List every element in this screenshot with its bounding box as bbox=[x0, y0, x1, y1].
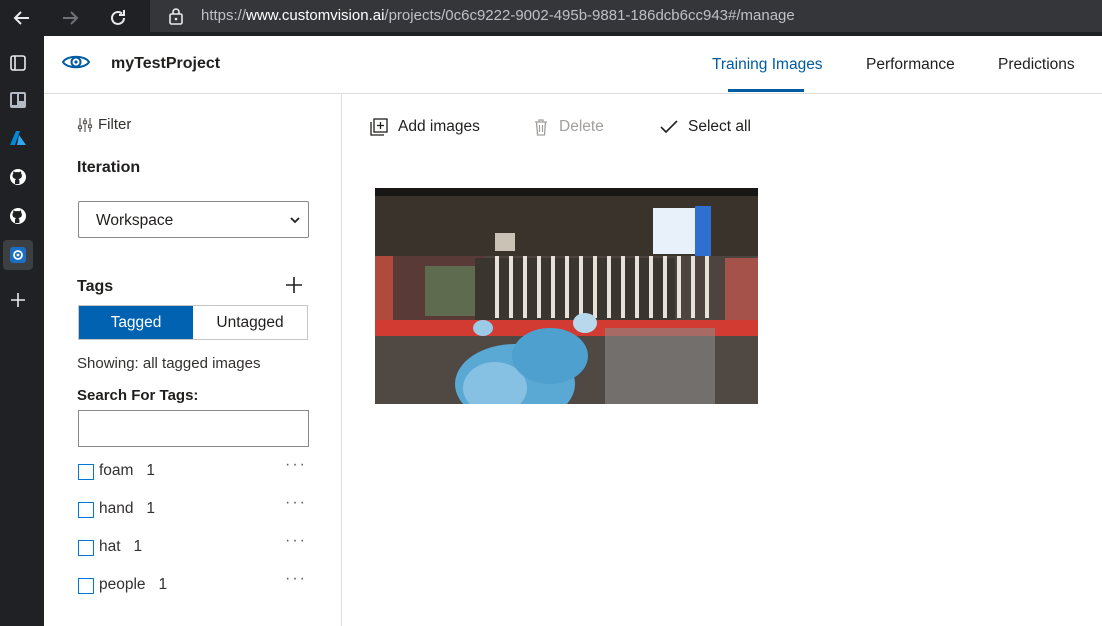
more-options-icon[interactable]: ··· bbox=[285, 456, 307, 474]
tag-name: people 1 bbox=[99, 576, 168, 593]
filter-sliders-icon bbox=[77, 117, 93, 132]
tag-checkbox[interactable] bbox=[78, 540, 94, 556]
filter-panel: Filter Iteration Workspace Tags Tagged U… bbox=[44, 94, 342, 626]
forward-icon[interactable] bbox=[56, 4, 84, 32]
back-icon[interactable] bbox=[8, 4, 36, 32]
checkmark-icon bbox=[660, 120, 678, 134]
trello-icon[interactable] bbox=[3, 85, 33, 115]
delete-button[interactable]: Delete bbox=[533, 118, 604, 136]
filter-button[interactable]: Filter bbox=[77, 116, 131, 133]
select-all-label: Select all bbox=[688, 118, 751, 135]
iteration-value: Workspace bbox=[96, 212, 174, 229]
training-image bbox=[375, 188, 758, 404]
tag-checkbox[interactable] bbox=[78, 578, 94, 594]
eye-logo-icon[interactable] bbox=[61, 52, 91, 77]
add-images-label: Add images bbox=[398, 118, 480, 135]
tab-performance[interactable]: Performance bbox=[866, 56, 955, 74]
showing-text: Showing: all tagged images bbox=[77, 355, 261, 372]
iteration-select[interactable]: Workspace bbox=[78, 201, 309, 238]
github-icon[interactable] bbox=[3, 162, 33, 192]
tag-item: people 1 ··· bbox=[77, 570, 307, 598]
more-options-icon[interactable]: ··· bbox=[285, 532, 307, 550]
tag-item: foam 1 ··· bbox=[77, 456, 307, 484]
more-options-icon[interactable]: ··· bbox=[285, 494, 307, 512]
iteration-heading: Iteration bbox=[77, 159, 141, 176]
filter-label: Filter bbox=[98, 116, 132, 133]
trash-icon bbox=[535, 119, 547, 136]
delete-label: Delete bbox=[559, 118, 604, 135]
active-tab-indicator bbox=[728, 89, 804, 92]
app-header: myTestProject Training Images Performanc… bbox=[44, 36, 1102, 94]
lock-icon[interactable] bbox=[168, 7, 184, 30]
tagged-toggle: Tagged Untagged bbox=[78, 305, 308, 340]
tag-name: hand 1 bbox=[99, 500, 156, 517]
add-image-icon bbox=[370, 118, 388, 136]
add-icon[interactable] bbox=[3, 285, 33, 315]
add-tag-icon[interactable] bbox=[284, 275, 304, 295]
chevron-down-icon bbox=[288, 213, 302, 232]
search-tags-label: Search For Tags: bbox=[77, 387, 199, 404]
training-image-thumbnail[interactable] bbox=[375, 188, 758, 404]
tagged-option[interactable]: Tagged bbox=[79, 306, 193, 339]
tab-predictions[interactable]: Predictions bbox=[998, 56, 1075, 74]
url-text: https://www.customvision.ai/projects/0c6… bbox=[201, 7, 795, 24]
tag-name: foam 1 bbox=[99, 462, 156, 479]
select-all-button[interactable]: Select all bbox=[660, 118, 751, 136]
more-options-icon[interactable]: ··· bbox=[285, 570, 307, 588]
tag-item: hat 1 ··· bbox=[77, 532, 307, 560]
custom-vision-icon[interactable] bbox=[3, 240, 33, 270]
tag-checkbox[interactable] bbox=[78, 464, 94, 480]
tab-training-images[interactable]: Training Images bbox=[712, 56, 823, 74]
tag-item: hand 1 ··· bbox=[77, 494, 307, 522]
tag-checkbox[interactable] bbox=[78, 502, 94, 518]
add-images-button[interactable]: Add images bbox=[370, 118, 480, 136]
browser-sidebar bbox=[0, 36, 44, 626]
project-title[interactable]: myTestProject bbox=[111, 55, 220, 73]
browser-toolbar: https://www.customvision.ai/projects/0c6… bbox=[0, 0, 1102, 36]
tab-actions-icon[interactable] bbox=[3, 48, 33, 78]
github-icon[interactable] bbox=[3, 201, 33, 231]
tags-heading: Tags bbox=[77, 278, 114, 295]
untagged-option[interactable]: Untagged bbox=[193, 306, 307, 339]
refresh-icon[interactable] bbox=[104, 4, 132, 32]
search-tags-input[interactable] bbox=[78, 410, 309, 447]
address-bar[interactable]: https://www.customvision.ai/projects/0c6… bbox=[150, 0, 1102, 32]
tag-name: hat 1 bbox=[99, 538, 143, 555]
azure-icon[interactable] bbox=[3, 123, 33, 153]
